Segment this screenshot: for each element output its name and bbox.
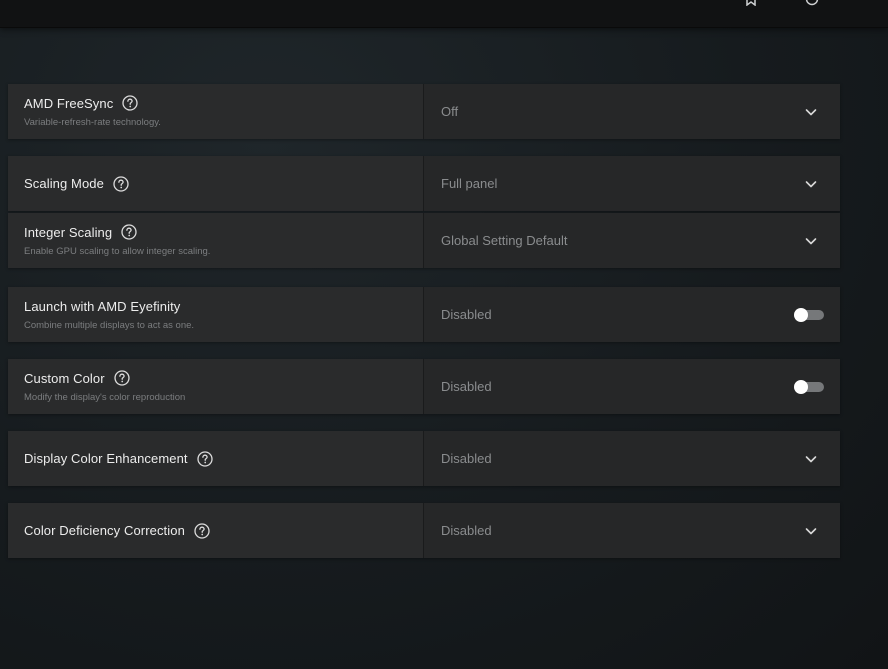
help-icon[interactable] — [121, 224, 137, 240]
setting-label-color-enhancement: Display Color Enhancement — [8, 431, 423, 486]
setting-title: Custom Color — [24, 370, 105, 386]
bookmark-icon[interactable] — [742, 0, 760, 8]
toggle-knob — [794, 307, 808, 322]
dropdown-value: Disabled — [441, 451, 492, 466]
scaling-group: Scaling Mode Full panel Integer Scaling … — [8, 156, 840, 268]
eyefinity-toggle[interactable] — [794, 307, 824, 322]
setting-label-eyefinity: Launch with AMD Eyefinity Combine multip… — [8, 287, 423, 342]
chevron-down-icon — [804, 105, 818, 119]
setting-title: Integer Scaling — [24, 224, 113, 240]
color-enhancement-dropdown[interactable]: Disabled — [424, 431, 840, 486]
chevron-down-icon — [804, 452, 818, 466]
integer-scaling-dropdown[interactable]: Global Setting Default — [424, 213, 840, 268]
dropdown-value: Global Setting Default — [441, 233, 568, 248]
toggle-state-label: Disabled — [441, 307, 492, 322]
setting-label-scaling-mode: Scaling Mode — [8, 156, 423, 211]
setting-title: Color Deficiency Correction — [24, 523, 185, 538]
color-enhancement-group: Display Color Enhancement Disabled — [8, 431, 840, 486]
setting-title: Display Color Enhancement — [24, 451, 188, 466]
setting-subtitle: Enable GPU scaling to allow integer scal… — [24, 246, 211, 257]
setting-row-color-deficiency: Color Deficiency Correction Disabled — [8, 503, 840, 558]
chevron-down-icon — [804, 524, 818, 538]
help-icon[interactable] — [196, 450, 213, 467]
freesync-group: AMD FreeSync Variable-refresh-rate techn… — [8, 84, 840, 139]
freesync-dropdown[interactable]: Off — [424, 84, 840, 139]
dropdown-value: Disabled — [441, 523, 492, 538]
custom-color-setting: Disabled — [424, 359, 840, 414]
refresh-icon[interactable] — [803, 0, 821, 8]
setting-row-freesync: AMD FreeSync Variable-refresh-rate techn… — [8, 84, 840, 139]
eyefinity-group: Launch with AMD Eyefinity Combine multip… — [8, 287, 840, 342]
setting-subtitle: Modify the display's color reproduction — [24, 392, 186, 403]
setting-title: Launch with AMD Eyefinity — [24, 298, 181, 314]
dropdown-value: Full panel — [441, 176, 498, 191]
custom-color-toggle[interactable] — [794, 379, 824, 394]
scaling-mode-dropdown[interactable]: Full panel — [424, 156, 840, 211]
setting-title: Scaling Mode — [24, 176, 104, 191]
setting-row-scaling-mode: Scaling Mode Full panel — [8, 156, 840, 211]
setting-row-custom-color: Custom Color Modify the display's color … — [8, 359, 840, 414]
setting-label-color-deficiency: Color Deficiency Correction — [8, 503, 423, 558]
help-icon[interactable] — [113, 175, 129, 192]
help-icon[interactable] — [122, 95, 138, 111]
eyefinity-setting: Disabled — [424, 287, 840, 342]
custom-color-group: Custom Color Modify the display's color … — [8, 359, 840, 414]
help-icon[interactable] — [194, 522, 210, 539]
setting-title: AMD FreeSync — [24, 95, 114, 111]
setting-label-custom-color: Custom Color Modify the display's color … — [8, 359, 423, 414]
chevron-down-icon — [804, 234, 818, 248]
dropdown-value: Off — [441, 104, 459, 119]
chevron-down-icon — [804, 177, 818, 191]
setting-subtitle: Variable-refresh-rate technology. — [24, 117, 161, 128]
help-icon[interactable] — [114, 370, 130, 386]
toggle-knob — [794, 379, 808, 394]
toggle-state-label: Disabled — [441, 379, 492, 394]
setting-row-color-enhancement: Display Color Enhancement Disabled — [8, 431, 840, 486]
setting-label-integer-scaling: Integer Scaling Enable GPU scaling to al… — [8, 213, 423, 268]
setting-row-integer-scaling: Integer Scaling Enable GPU scaling to al… — [8, 213, 840, 268]
setting-subtitle: Combine multiple displays to act as one. — [24, 319, 195, 331]
color-deficiency-group: Color Deficiency Correction Disabled — [8, 503, 840, 558]
setting-row-eyefinity: Launch with AMD Eyefinity Combine multip… — [8, 287, 840, 342]
color-deficiency-dropdown[interactable]: Disabled — [424, 503, 840, 558]
top-bar — [0, 0, 888, 28]
setting-label-freesync: AMD FreeSync Variable-refresh-rate techn… — [8, 84, 423, 139]
